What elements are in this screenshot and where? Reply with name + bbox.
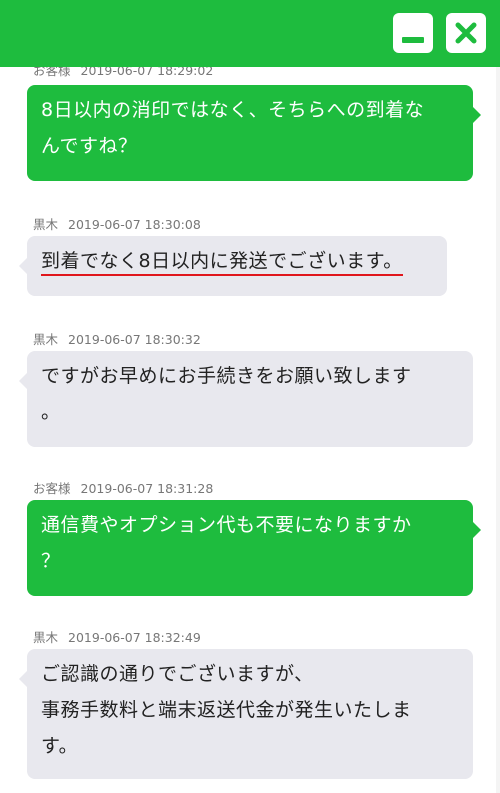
message-meta: お客様 2019-06-07 18:31:28 [33,478,213,497]
message-meta: お客様 2019-06-07 18:29:02 [33,67,213,79]
message-meta: 黒木 2019-06-07 18:30:08 [33,214,201,233]
message-bubble-incoming: 到着でなく8日以内に発送でございます。 [19,236,447,296]
timestamp: 2019-06-07 18:30:32 [68,332,201,347]
minimize-icon [402,37,424,43]
message-line: ご認識の通りでございますが、 [41,663,314,685]
message-bubble-incoming: ですがお早めにお手続きをお願い致します 。 [19,351,473,447]
message-meta: 黒木 2019-06-07 18:32:49 [33,627,201,646]
message-line: んですね？ [41,135,138,157]
message-meta: 黒木 2019-06-07 18:30:32 [33,329,201,348]
message-bubble-outgoing: 通信費やオプション代も不要になりますか ？ [27,500,481,596]
highlighted-message-text: 到着でなく8日以内に発送でございます。 [41,250,403,276]
close-icon [455,22,477,44]
sender-name: お客様 [33,481,71,496]
timestamp: 2019-06-07 18:31:28 [80,481,214,496]
sender-name: 黒木 [33,217,59,232]
message-bubble-incoming: ご認識の通りでございますが、 事務手数料と端末返送代金が発生いたしま す。 [19,649,473,779]
message-line: 通信費やオプション代も不要になりますか [41,514,412,536]
message-line: 。 [41,401,61,423]
timestamp: 2019-06-07 18:29:02 [80,67,214,78]
message-line: ですがお早めにお手続きをお願い致します [41,365,412,387]
chat-header [0,0,500,67]
sender-name: 黒木 [33,332,59,347]
chat-scrollbar[interactable] [496,67,500,793]
message-line: 8日以内の消印ではなく、そちらへの到着な [41,99,425,121]
chat-log[interactable]: お客様 2019-06-07 18:29:02 8日以内の消印ではなく、そちらへの… [0,67,500,793]
message-line: ？ [41,550,61,572]
timestamp: 2019-06-07 18:32:49 [68,630,201,645]
message-bubble-outgoing: 8日以内の消印ではなく、そちらへの到着な んですね？ [27,85,481,181]
timestamp: 2019-06-07 18:30:08 [68,217,201,232]
sender-name: お客様 [33,67,71,78]
minimize-button[interactable] [393,13,433,53]
sender-name: 黒木 [33,630,59,645]
message-line: 事務手数料と端末返送代金が発生いたしま [41,699,412,721]
message-line: す。 [41,735,79,757]
close-button[interactable] [446,13,486,53]
